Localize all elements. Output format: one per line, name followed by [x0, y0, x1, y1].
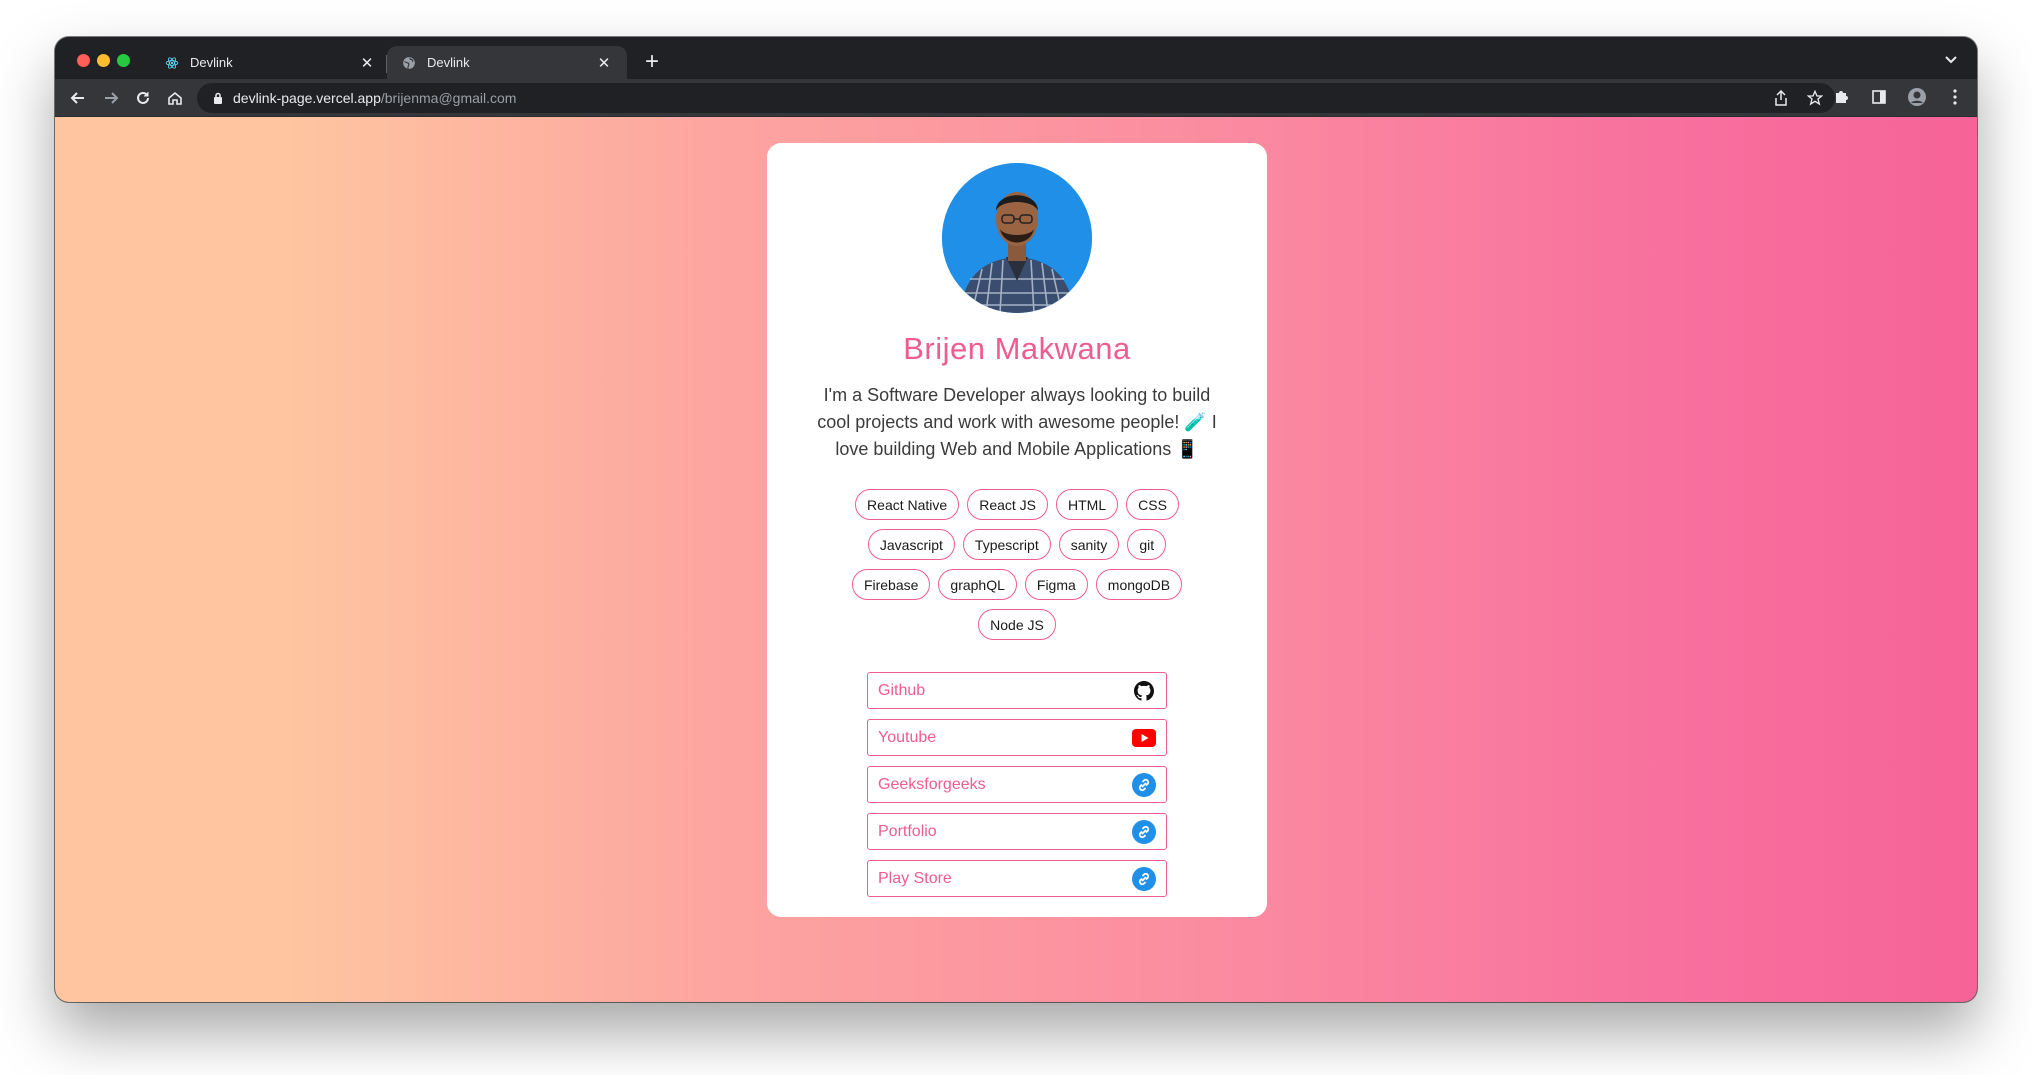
profile-name: Brijen Makwana	[903, 331, 1131, 366]
tab-devlink-2[interactable]: Devlink ✕	[387, 46, 627, 79]
url-host: devlink-page.vercel.app	[233, 90, 381, 106]
tab-title: Devlink	[427, 55, 470, 70]
globe-icon	[401, 55, 417, 71]
link-label: Youtube	[878, 728, 937, 746]
profile-bio: I'm a Software Developer always looking …	[817, 385, 1217, 459]
link-label: Geeksforgeeks	[878, 775, 986, 793]
forward-arrow-icon[interactable]	[98, 85, 124, 111]
address-bar[interactable]: devlink-page.vercel.app/brijenma@gmail.c…	[197, 83, 1835, 113]
skill-chip: Firebase	[851, 569, 931, 600]
kebab-menu-icon[interactable]	[1943, 85, 1967, 109]
close-tab-icon[interactable]: ✕	[595, 54, 613, 72]
skill-chip: React Native	[855, 489, 960, 520]
links-list: Github Youtube Geeksforgeeks Portfolio P…	[867, 672, 1167, 897]
avatar	[942, 163, 1092, 313]
skill-chip: Typescript	[962, 529, 1051, 560]
skill-chip: Node JS	[978, 609, 1056, 640]
tab-devlink-1[interactable]: Devlink ✕	[150, 46, 390, 79]
close-window-button[interactable]	[77, 54, 90, 67]
tab-title: Devlink	[190, 55, 233, 70]
share-icon[interactable]	[1771, 88, 1791, 108]
profile-card: Brijen Makwana I'm a Software Developer …	[767, 143, 1267, 917]
link-label: Github	[878, 681, 926, 699]
page-viewport: Brijen Makwana I'm a Software Developer …	[55, 117, 1977, 1002]
tab-search-chevron-icon[interactable]	[1939, 48, 1963, 72]
extensions-puzzle-icon[interactable]	[1829, 85, 1853, 109]
link-icon	[1132, 866, 1156, 891]
link-github[interactable]: Github	[867, 672, 1167, 709]
skill-chip: graphQL	[938, 569, 1017, 600]
skill-chip: mongoDB	[1095, 569, 1183, 600]
tab-strip: Devlink ✕ Devlink ✕ +	[55, 37, 1977, 79]
link-portfolio[interactable]: Portfolio	[867, 813, 1167, 850]
browser-toolbar: devlink-page.vercel.app/brijenma@gmail.c…	[55, 79, 1977, 117]
close-tab-icon[interactable]: ✕	[358, 54, 376, 72]
bookmark-star-icon[interactable]	[1805, 88, 1825, 108]
react-icon	[164, 55, 180, 71]
profile-avatar-icon[interactable]	[1905, 85, 1929, 109]
browser-window: Devlink ✕ Devlink ✕ + devlink-page.verce…	[55, 37, 1977, 1002]
skill-chip: HTML	[1056, 489, 1119, 520]
back-arrow-icon[interactable]	[65, 85, 91, 111]
side-panel-icon[interactable]	[1867, 85, 1891, 109]
youtube-icon	[1132, 726, 1156, 750]
url-path: /brijenma@gmail.com	[380, 90, 517, 106]
link-label: Portfolio	[878, 822, 937, 840]
skill-chip: sanity	[1058, 529, 1120, 560]
lock-icon[interactable]	[213, 92, 223, 104]
skill-chip: git	[1127, 529, 1167, 560]
github-icon	[1132, 679, 1156, 703]
skills-list: React Native React JS HTML CSS Javascrip…	[827, 489, 1207, 640]
skill-chip: Figma	[1024, 569, 1088, 600]
skill-chip: CSS	[1126, 489, 1179, 520]
reload-icon[interactable]	[130, 85, 156, 111]
home-icon[interactable]	[162, 85, 188, 111]
link-youtube[interactable]: Youtube	[867, 719, 1167, 756]
maximize-window-button[interactable]	[117, 54, 130, 67]
skill-chip: React JS	[967, 489, 1049, 520]
new-tab-button[interactable]: +	[638, 48, 666, 76]
link-play-store[interactable]: Play Store	[867, 860, 1167, 897]
skill-chip: Javascript	[867, 529, 955, 560]
link-label: Play Store	[878, 869, 952, 887]
link-geeksforgeeks[interactable]: Geeksforgeeks	[867, 766, 1167, 803]
link-icon	[1132, 819, 1156, 844]
minimize-window-button[interactable]	[97, 54, 110, 67]
link-icon	[1132, 772, 1156, 797]
